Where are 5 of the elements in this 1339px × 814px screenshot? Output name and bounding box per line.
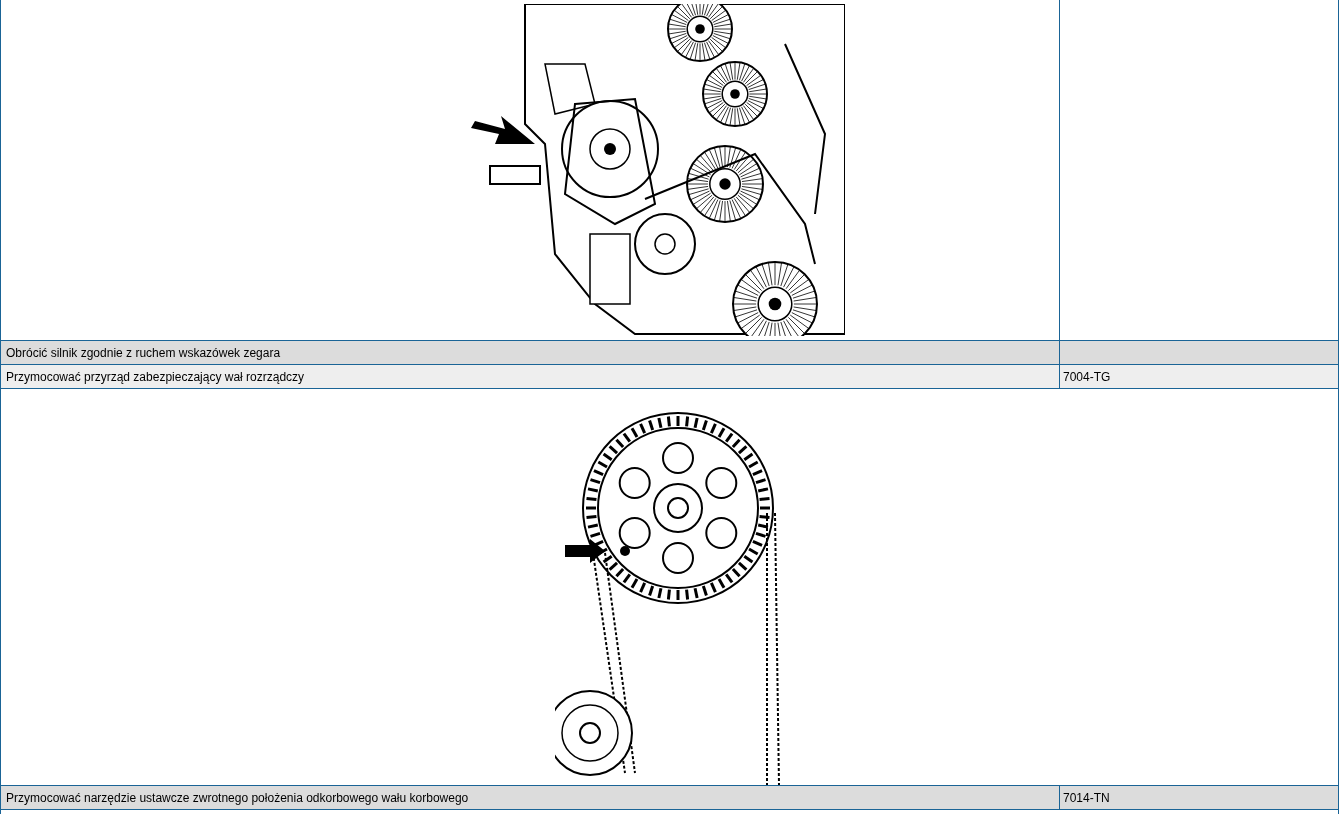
step-text: Przymocować narzędzie ustawcze zwrotnego położenia odkorbowego wału korbowego (6, 789, 469, 807)
step-text: Obrócić silnik zgodnie z ruchem wskazówek zegara (6, 344, 281, 362)
tool-code: 7014-TN (1063, 789, 1110, 807)
step-text: Przymocować przyrząd zabezpieczający wał rozrządczy (6, 368, 305, 386)
tool-code: 7004-TG (1063, 368, 1111, 386)
